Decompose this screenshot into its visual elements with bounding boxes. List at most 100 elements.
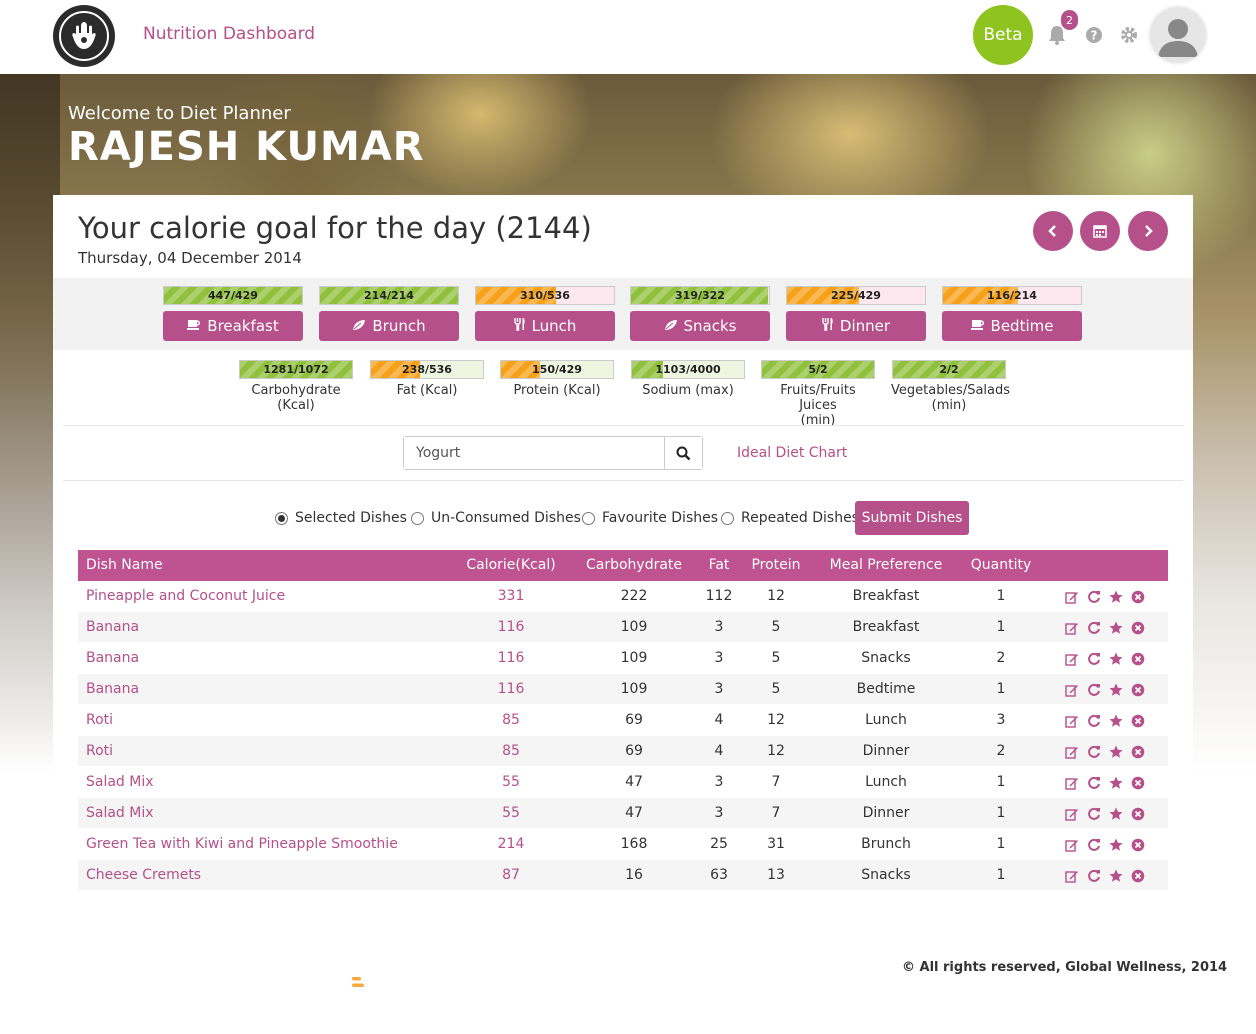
bedtime-button[interactable]: Bedtime bbox=[942, 311, 1082, 341]
dish-name-link[interactable]: Banana bbox=[86, 612, 139, 643]
remove-icon[interactable] bbox=[1130, 651, 1145, 666]
refresh-icon[interactable] bbox=[1086, 837, 1101, 852]
dinner-button[interactable]: Dinner bbox=[786, 311, 926, 341]
header-meal-preference[interactable]: Meal Preference bbox=[826, 550, 946, 581]
snacks-button[interactable]: Snacks bbox=[630, 311, 770, 341]
refresh-icon[interactable] bbox=[1086, 868, 1101, 883]
dish-name-link[interactable]: Banana bbox=[86, 643, 139, 674]
edit-icon[interactable] bbox=[1064, 620, 1079, 635]
radio-button[interactable] bbox=[582, 511, 595, 525]
star-icon[interactable] bbox=[1108, 806, 1123, 821]
star-icon[interactable] bbox=[1108, 744, 1123, 759]
dish-name-link[interactable]: Banana bbox=[86, 674, 139, 705]
radio-button[interactable] bbox=[721, 511, 734, 525]
calorie-value[interactable]: 116 bbox=[461, 674, 561, 705]
star-icon[interactable] bbox=[1108, 651, 1123, 666]
remove-icon[interactable] bbox=[1130, 806, 1145, 821]
radio-button[interactable] bbox=[275, 511, 288, 525]
refresh-icon[interactable] bbox=[1086, 682, 1101, 697]
avatar[interactable] bbox=[1148, 5, 1208, 65]
header-carbohydrate[interactable]: Carbohydrate bbox=[584, 550, 684, 581]
star-icon[interactable] bbox=[1108, 589, 1123, 604]
header-quantity[interactable]: Quantity bbox=[961, 550, 1041, 581]
edit-icon[interactable] bbox=[1064, 868, 1079, 883]
brunch-button[interactable]: Brunch bbox=[319, 311, 459, 341]
linkedin-icon[interactable] bbox=[223, 957, 273, 1007]
radio-button[interactable] bbox=[411, 511, 424, 525]
remove-icon[interactable] bbox=[1130, 620, 1145, 635]
edit-icon[interactable] bbox=[1064, 744, 1079, 759]
edit-icon[interactable] bbox=[1064, 837, 1079, 852]
refresh-icon[interactable] bbox=[1086, 806, 1101, 821]
calorie-value[interactable]: 85 bbox=[461, 736, 561, 767]
edit-icon[interactable] bbox=[1064, 713, 1079, 728]
edit-icon[interactable] bbox=[1064, 651, 1079, 666]
star-icon[interactable] bbox=[1108, 837, 1123, 852]
facebook-icon[interactable] bbox=[113, 957, 163, 1007]
dish-name-link[interactable]: Cheese Cremets bbox=[86, 860, 201, 891]
header-calorie[interactable]: Calorie(Kcal) bbox=[461, 550, 561, 581]
next-day-button[interactable] bbox=[1128, 211, 1168, 251]
search-input[interactable] bbox=[404, 437, 664, 469]
refresh-icon[interactable] bbox=[1086, 713, 1101, 728]
edit-icon[interactable] bbox=[1064, 806, 1079, 821]
google-plus-icon[interactable]: g bbox=[168, 957, 218, 1007]
remove-icon[interactable] bbox=[1130, 744, 1145, 759]
edit-icon[interactable] bbox=[1064, 682, 1079, 697]
calorie-value[interactable]: 55 bbox=[461, 767, 561, 798]
refresh-icon[interactable] bbox=[1086, 651, 1101, 666]
calorie-value[interactable]: 116 bbox=[461, 643, 561, 674]
app-title[interactable]: Nutrition Dashboard bbox=[143, 24, 315, 44]
pinterest-icon[interactable] bbox=[278, 957, 328, 1007]
calorie-value[interactable]: 116 bbox=[461, 612, 561, 643]
calorie-value[interactable]: 87 bbox=[461, 860, 561, 891]
filter-favourite-dishes[interactable]: Favourite Dishes bbox=[582, 510, 718, 526]
lunch-button[interactable]: Lunch bbox=[475, 311, 615, 341]
ideal-diet-chart-link[interactable]: Ideal Diet Chart bbox=[737, 445, 847, 461]
previous-day-button[interactable] bbox=[1033, 211, 1073, 251]
help-icon[interactable]: ? bbox=[1083, 24, 1105, 46]
blogger-icon[interactable] bbox=[333, 957, 383, 1007]
remove-icon[interactable] bbox=[1130, 868, 1145, 883]
remove-icon[interactable] bbox=[1130, 713, 1145, 728]
nutrient-progress-bar: 5/2 bbox=[761, 360, 875, 379]
dish-name-link[interactable]: Roti bbox=[86, 736, 113, 767]
star-icon[interactable] bbox=[1108, 620, 1123, 635]
remove-icon[interactable] bbox=[1130, 682, 1145, 697]
remove-icon[interactable] bbox=[1130, 775, 1145, 790]
remove-icon[interactable] bbox=[1130, 837, 1145, 852]
dish-name-link[interactable]: Roti bbox=[86, 705, 113, 736]
calorie-value[interactable]: 331 bbox=[461, 581, 561, 612]
twitter-icon[interactable] bbox=[58, 957, 108, 1007]
dish-name-link[interactable]: Pineapple and Coconut Juice bbox=[86, 581, 285, 612]
calorie-value[interactable]: 55 bbox=[461, 798, 561, 829]
header-dish-name[interactable]: Dish Name bbox=[86, 550, 163, 581]
dish-name-link[interactable]: Green Tea with Kiwi and Pineapple Smooth… bbox=[86, 829, 398, 860]
star-icon[interactable] bbox=[1108, 682, 1123, 697]
calorie-value[interactable]: 85 bbox=[461, 705, 561, 736]
filter-selected-dishes[interactable]: Selected Dishes bbox=[275, 510, 407, 526]
star-icon[interactable] bbox=[1108, 713, 1123, 728]
dish-name-link[interactable]: Salad Mix bbox=[86, 767, 154, 798]
refresh-icon[interactable] bbox=[1086, 775, 1101, 790]
star-icon[interactable] bbox=[1108, 775, 1123, 790]
edit-icon[interactable] bbox=[1064, 589, 1079, 604]
refresh-icon[interactable] bbox=[1086, 589, 1101, 604]
submit-dishes-button[interactable]: Submit Dishes bbox=[855, 501, 969, 535]
edit-icon[interactable] bbox=[1064, 775, 1079, 790]
calorie-value[interactable]: 214 bbox=[461, 829, 561, 860]
logo[interactable] bbox=[53, 5, 115, 67]
search-button[interactable] bbox=[664, 437, 702, 469]
remove-icon[interactable] bbox=[1130, 589, 1145, 604]
gear-icon[interactable] bbox=[1118, 24, 1140, 46]
filter-repeated-dishes[interactable]: Repeated Dishes bbox=[721, 510, 859, 526]
star-icon[interactable] bbox=[1108, 868, 1123, 883]
filter-unconsumed-dishes[interactable]: Un-Consumed Dishes bbox=[411, 510, 581, 526]
header-fat[interactable]: Fat bbox=[699, 550, 739, 581]
refresh-icon[interactable] bbox=[1086, 620, 1101, 635]
calendar-button[interactable] bbox=[1080, 211, 1120, 251]
refresh-icon[interactable] bbox=[1086, 744, 1101, 759]
breakfast-button[interactable]: Breakfast bbox=[163, 311, 303, 341]
dish-name-link[interactable]: Salad Mix bbox=[86, 798, 154, 829]
header-protein[interactable]: Protein bbox=[751, 550, 801, 581]
